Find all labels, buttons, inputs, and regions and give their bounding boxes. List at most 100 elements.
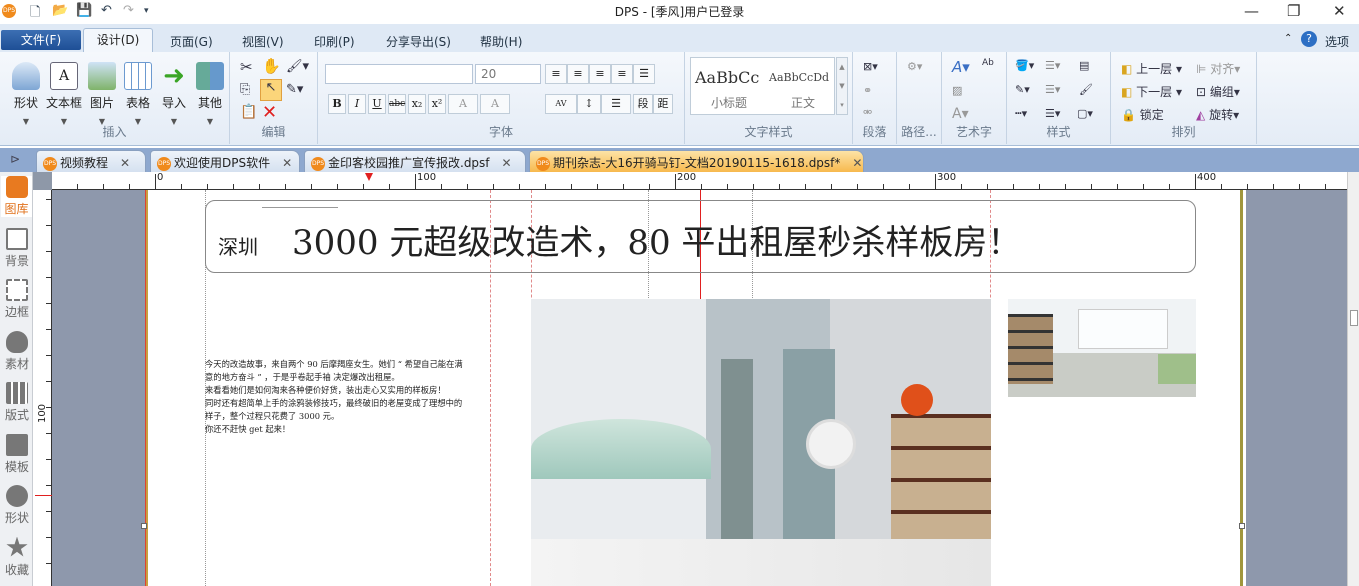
sidebar-item-layout[interactable]: 版式 [2, 382, 32, 423]
unlink-icon[interactable]: ⚮ [863, 106, 872, 119]
vertical-ruler[interactable]: 100 [33, 190, 52, 586]
tab-view[interactable]: 视图(V) [242, 33, 284, 50]
underline-button[interactable]: U [368, 94, 386, 114]
style-name[interactable]: 小标题 [711, 94, 747, 111]
file-menu-button[interactable]: 文件(F) [1, 30, 81, 50]
rotate-button[interactable]: ◭ 旋转▾ [1196, 106, 1239, 123]
doc-tab-active[interactable]: DPS 期刊杂志-大16开骑马钉-文档20190115-1618.dpsf* ✕ [529, 150, 864, 172]
tab-help[interactable]: 帮助(H) [480, 33, 522, 50]
indent-icon[interactable]: ☰▾ [1045, 59, 1060, 72]
text-wrap-icon[interactable]: ▤ [1079, 59, 1089, 72]
link-icon[interactable]: ⚭ [863, 84, 872, 97]
room-photo-large[interactable] [531, 299, 991, 586]
resize-handle[interactable] [141, 523, 147, 529]
insert-shape-button[interactable]: 形状 ▼ [8, 62, 44, 126]
doc-tab[interactable]: DPS 金印客校园推广宣传报改.dpsf ✕ [304, 150, 526, 172]
tab-page[interactable]: 页面(G) [170, 33, 213, 50]
close-tab-icon[interactable]: ✕ [120, 156, 130, 170]
text-shadow-icon[interactable]: A▾ [952, 106, 969, 122]
hand-icon[interactable]: ✋ [262, 57, 281, 75]
highlight-color-button[interactable]: A [480, 94, 510, 114]
close-button[interactable]: ✕ [1333, 2, 1346, 20]
close-tab-icon[interactable]: ✕ [282, 156, 292, 170]
italic-button[interactable]: I [348, 94, 366, 114]
align-center-icon[interactable]: ≡ [567, 64, 589, 84]
distribute-icon[interactable]: ☰ [633, 64, 655, 84]
superscript-button[interactable]: x² [428, 94, 446, 114]
options-menu[interactable]: 选项 [1325, 33, 1349, 50]
bring-forward-button[interactable]: ◧ 上一层 ▾ [1121, 60, 1182, 77]
close-tab-icon[interactable]: ✕ [502, 156, 512, 170]
tab-print[interactable]: 印刷(P) [314, 33, 355, 50]
scrollbar-thumb[interactable] [1350, 310, 1358, 326]
doc-tab[interactable]: DPS 欢迎使用DPS软件 ✕ [150, 150, 300, 172]
sidebar-item-template[interactable]: 模板 [2, 433, 32, 475]
help-icon[interactable]: ? [1301, 31, 1317, 47]
send-backward-button[interactable]: ◧ 下一层 ▾ [1121, 83, 1182, 100]
node-edit-icon[interactable]: ✎▾ [286, 82, 303, 97]
spacing-icon[interactable]: ☰▾ [1045, 83, 1060, 96]
text-direction-icon[interactable]: Ab [982, 58, 994, 68]
path-text-icon[interactable]: ⚙▾ [907, 60, 922, 73]
text-effect-icon[interactable]: ▨ [952, 84, 962, 97]
room-photo-small[interactable] [1008, 299, 1196, 397]
other-button[interactable]: 其他 ▼ [192, 62, 228, 126]
import-button[interactable]: ➜ 导入 ▼ [156, 62, 192, 126]
vertical-scrollbar[interactable] [1347, 172, 1359, 586]
restore-button[interactable]: ❐ [1287, 2, 1300, 20]
format-painter-icon[interactable]: 🖌▾ [286, 59, 309, 74]
group-button[interactable]: ⊡ 编组▾ [1196, 83, 1240, 100]
lock-button[interactable]: 🔒 锁定 [1121, 106, 1164, 123]
line-spacing-icon[interactable]: ↕ [577, 94, 601, 114]
paragraph-button[interactable]: 段 [633, 94, 653, 114]
style-name[interactable]: 正文 [791, 94, 815, 111]
delete-icon[interactable]: ✕ [262, 102, 277, 123]
article-body[interactable]: 今天的改造故事，来自两个 90 后摩羯座女生。她们 “ 希望自己能在满 意的地方… [205, 358, 493, 436]
cut-icon[interactable]: ✂ [240, 58, 253, 76]
shadow-icon[interactable]: ▢▾ [1077, 107, 1093, 120]
collapse-ribbon-icon[interactable]: ⌃ [1284, 33, 1292, 44]
spacing-button[interactable]: 距 [653, 94, 673, 114]
insert-table-button[interactable]: 表格 ▼ [120, 62, 156, 126]
insert-image-button[interactable]: 图片 ▼ [84, 62, 120, 126]
insert-textbox-button[interactable]: A 文本框 ▼ [46, 62, 82, 126]
char-spacing-button[interactable]: AV [545, 94, 577, 114]
sidebar-item-favorite[interactable]: 收藏 [2, 536, 32, 578]
headline-box[interactable]: 深圳 3000 元超级改造术，80 平出租屋秒杀样板房！ [205, 200, 1196, 273]
subscript-button[interactable]: x₂ [408, 94, 426, 114]
style-gallery-scroll[interactable]: ▲ ▼ ▾ [836, 57, 848, 115]
paste-icon[interactable]: 📋 [240, 104, 257, 120]
sidebar-item-background[interactable]: 背景 [2, 227, 32, 269]
line-color-icon[interactable]: ✎▾ [1015, 83, 1030, 96]
align-button[interactable]: ⊫ 对齐▾ [1196, 60, 1240, 77]
style-sample[interactable]: AaBbCc [695, 68, 759, 87]
resize-handle[interactable] [1239, 523, 1245, 529]
strikethrough-button[interactable]: abc [388, 94, 406, 114]
dash-style-icon[interactable]: ┅▾ [1015, 107, 1027, 120]
sidebar-item-gallery[interactable]: 图库 [1, 176, 32, 217]
font-color-button[interactable]: A [448, 94, 478, 114]
art-text-icon[interactable]: A▾ [952, 58, 970, 76]
doc-tab[interactable]: DPS 视频教程 ✕ [36, 150, 146, 172]
bold-button[interactable]: B [328, 94, 346, 114]
font-size-select[interactable]: 20 [475, 64, 541, 84]
align-right-icon[interactable]: ≡ [589, 64, 611, 84]
justify-icon[interactable]: ≡ [611, 64, 633, 84]
textbox-link-icon[interactable]: ⊠▾ [863, 60, 878, 73]
list-icon[interactable]: ☰ [601, 94, 631, 114]
line-weight-icon[interactable]: ☰▾ [1045, 107, 1060, 120]
sidebar-item-border[interactable]: 边框 [2, 279, 32, 320]
style-sample[interactable]: AaBbCcDd [769, 71, 829, 84]
tab-design[interactable]: 设计(D) [83, 28, 153, 52]
minimize-button[interactable]: — [1244, 2, 1259, 20]
sidebar-item-shape[interactable]: 形状 [2, 485, 32, 526]
horizontal-ruler[interactable]: 0 100 200 300 400 [52, 172, 1347, 190]
tab-share-export[interactable]: 分享导出(S) [386, 33, 451, 50]
close-tab-icon[interactable]: ✕ [852, 156, 862, 170]
fill-color-icon[interactable]: 🪣▾ [1015, 59, 1034, 72]
font-name-select[interactable] [325, 64, 473, 84]
sidebar-item-material[interactable]: 素材 [2, 330, 32, 372]
copy-icon[interactable]: ⎘ [240, 82, 250, 97]
align-left-icon[interactable]: ≡ [545, 64, 567, 84]
select-pointer-icon[interactable]: ↖ [260, 79, 282, 101]
